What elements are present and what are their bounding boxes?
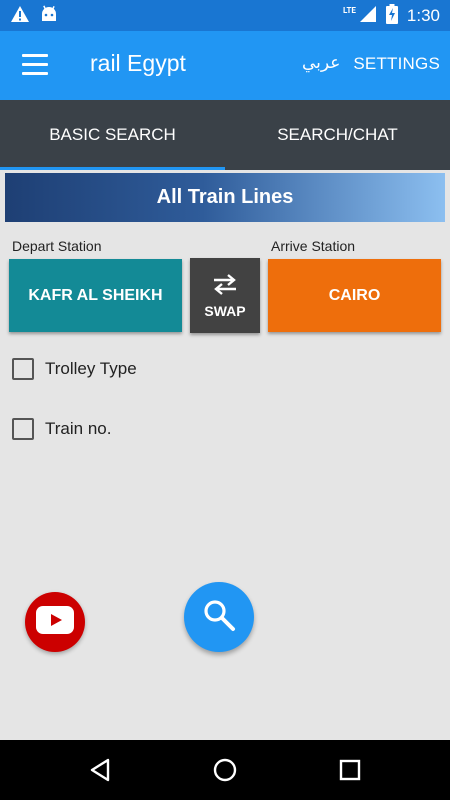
warning-icon xyxy=(10,5,30,27)
language-button[interactable]: عربي xyxy=(302,53,340,73)
swap-arrows-icon xyxy=(212,273,238,299)
android-icon xyxy=(40,5,58,27)
tab-basic-search[interactable]: BASIC SEARCH xyxy=(0,100,225,170)
tab-search-chat[interactable]: SEARCH/CHAT xyxy=(225,100,450,170)
train-no-checkbox[interactable] xyxy=(12,418,34,440)
battery-charging-icon xyxy=(385,3,398,28)
search-button[interactable] xyxy=(184,582,254,652)
train-no-label: Train no. xyxy=(45,419,112,438)
youtube-icon xyxy=(36,606,74,638)
app-title: rail Egypt xyxy=(90,50,186,76)
depart-station-label: Depart Station xyxy=(12,238,102,254)
menu-icon[interactable] xyxy=(22,54,48,76)
tab-bar: BASIC SEARCH SEARCH/CHAT xyxy=(0,100,450,170)
arrive-station-label: Arrive Station xyxy=(271,238,356,254)
status-time: 1:30 xyxy=(406,5,440,25)
home-icon[interactable] xyxy=(210,755,240,785)
settings-button[interactable]: SETTINGS xyxy=(353,54,440,74)
recents-icon[interactable] xyxy=(335,755,365,785)
trolley-type-checkbox[interactable] xyxy=(12,358,34,380)
swap-button[interactable]: SWAP xyxy=(190,258,260,333)
arrive-station-button[interactable]: CAIRO xyxy=(268,259,441,332)
signal-icon xyxy=(359,5,377,27)
app-bar: rail Egypt عربي SETTINGS xyxy=(0,31,450,100)
trolley-type-label: Trolley Type xyxy=(45,359,137,378)
back-icon[interactable] xyxy=(85,755,115,785)
depart-station-button[interactable]: KAFR AL SHEIKH xyxy=(9,259,182,332)
youtube-button[interactable] xyxy=(25,592,85,652)
search-icon xyxy=(202,598,236,636)
swap-label: SWAP xyxy=(204,302,246,319)
train-no-option[interactable]: Train no. xyxy=(12,418,111,440)
navigation-bar xyxy=(0,740,450,800)
all-train-lines-banner[interactable]: All Train Lines xyxy=(5,173,445,222)
trolley-type-option[interactable]: Trolley Type xyxy=(12,358,137,380)
status-bar: LTE 1:30 xyxy=(0,0,450,31)
network-type: LTE xyxy=(343,5,356,15)
